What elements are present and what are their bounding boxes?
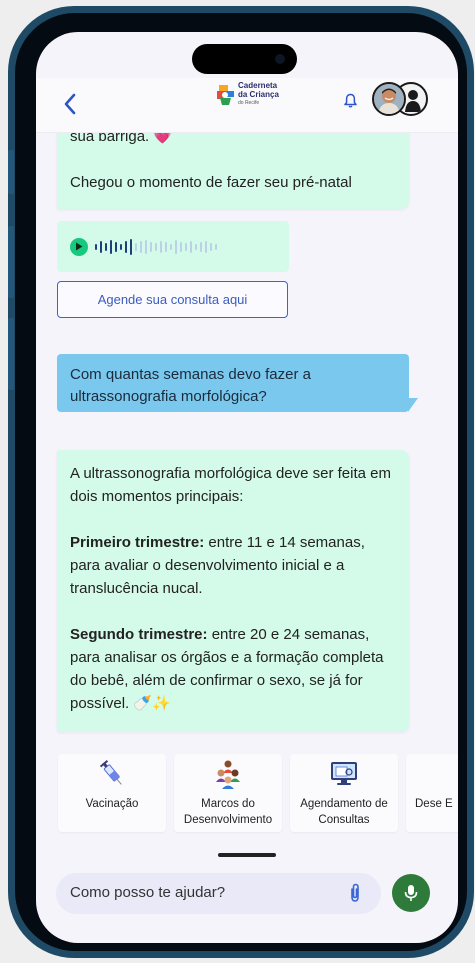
waveform-bar <box>150 241 152 252</box>
shortcut-label: Dese E <box>415 798 453 810</box>
waveform-bar <box>145 239 147 254</box>
microphone-icon <box>404 885 418 901</box>
quick-shortcuts: Vacinação Marcos do Desenvolvimento Agen… <box>36 752 458 834</box>
waveform-bar <box>195 243 197 250</box>
bot-message: sua barriga. 💗 Chegou o momento de fazer… <box>57 133 409 209</box>
bell-icon <box>344 93 357 108</box>
audio-message[interactable] <box>57 221 289 272</box>
phone-side-button-volume-up <box>8 226 14 298</box>
waveform-bar <box>210 242 212 251</box>
bot-message-line: sua barriga. 💗 <box>70 133 173 145</box>
home-indicator <box>218 853 276 857</box>
app-logo: Caderneta da Criança do Recife <box>216 81 279 108</box>
waveform-bar <box>185 242 187 251</box>
waveform-bar <box>140 240 142 253</box>
waveform-bar <box>205 240 207 253</box>
phone-side-button-volume-down <box>8 318 14 390</box>
profile-avatars[interactable] <box>372 82 432 118</box>
logo-subtitle: do Recife <box>238 100 260 106</box>
syringe-icon <box>99 760 122 785</box>
shortcut-label: Vacinação <box>85 798 139 810</box>
front-camera <box>275 54 285 64</box>
waveform-bar <box>100 240 102 253</box>
microphone-button[interactable] <box>392 874 430 912</box>
attach-button[interactable] <box>349 883 361 907</box>
bot-answer-intro: A ultrassonografia morfológica deve ser … <box>70 465 391 505</box>
bot-answer-first-trimester: Primeiro trimestre: entre 11 e 14 semana… <box>70 531 396 600</box>
waveform-bar <box>155 242 157 251</box>
chat-input[interactable]: Como posso te ajudar? <box>56 873 381 914</box>
shortcut-development-milestones[interactable]: Marcos do Desenvolvimento <box>174 754 282 832</box>
waveform-bar <box>175 239 177 254</box>
waveform-bar <box>130 238 132 255</box>
bot-answer-second-trimester: Segundo trimestre: entre 20 e 24 semanas… <box>70 623 396 715</box>
notifications-button[interactable] <box>344 93 357 112</box>
waveform-bar <box>110 239 112 254</box>
chat-input-placeholder: Como posso te ajudar? <box>70 884 226 901</box>
waveform-bar <box>165 241 167 252</box>
shortcut-label: Agendamento de Consultas <box>300 798 388 826</box>
first-trimester-label: Primeiro trimestre: <box>70 534 205 551</box>
waveform-bar <box>170 243 172 250</box>
play-audio-button[interactable] <box>70 237 88 256</box>
waveform-bar <box>105 242 107 251</box>
user-photo-icon <box>374 84 404 114</box>
shortcut-label: Marcos do Desenvolvimento <box>183 798 273 826</box>
shortcut-appointment-scheduling[interactable]: Agendamento de Consultas <box>290 754 398 832</box>
phone-side-button-mute <box>8 150 14 194</box>
waveform-bar <box>180 241 182 252</box>
waveform-bar <box>125 240 127 253</box>
logo-line-1: Caderneta <box>238 81 278 90</box>
app-header: Caderneta da Criança do Recife <box>36 78 458 133</box>
waveform-bar <box>120 243 122 250</box>
user-message: Com quantas semanas devo fazer a ultrass… <box>57 354 409 412</box>
waveform-bar <box>200 241 202 252</box>
calendar-monitor-icon <box>331 762 357 785</box>
app-screen: Caderneta da Criança do Recife sua barri… <box>36 32 458 943</box>
logo-mark-icon <box>217 84 234 105</box>
waveform-bar <box>160 240 162 253</box>
avatar-user[interactable] <box>372 82 406 116</box>
waveform-bar <box>115 241 117 252</box>
play-icon <box>76 242 83 251</box>
second-trimester-label: Segundo trimestre: <box>70 626 208 643</box>
chevron-left-icon <box>64 93 76 115</box>
schedule-appointment-button[interactable]: Agende sua consulta aqui <box>57 281 288 318</box>
logo-line-2: da Criança <box>238 90 279 99</box>
waveform-bar <box>95 243 97 250</box>
paperclip-icon <box>351 883 359 902</box>
back-button[interactable] <box>56 90 84 118</box>
shortcut-vaccination[interactable]: Vacinação <box>58 754 166 832</box>
waveform-bar <box>135 242 137 251</box>
bot-message-line: Chegou o momento de fazer seu pré-natal <box>70 174 352 191</box>
bot-message-blank-line <box>70 148 396 171</box>
waveform-bar <box>215 243 217 250</box>
shortcut-development-partial[interactable]: Dese E <box>406 754 458 832</box>
children-group-icon <box>216 760 240 789</box>
waveform-bar <box>190 240 192 253</box>
bot-answer-message: A ultrassonografia morfológica deve ser … <box>57 450 409 732</box>
chat-area[interactable]: sua barriga. 💗 Chegou o momento de fazer… <box>36 133 458 753</box>
baby-bottle-sparkles-emoji: 🍼✨ <box>133 695 171 712</box>
dynamic-island <box>192 44 297 74</box>
user-message-tail <box>408 398 418 412</box>
audio-waveform <box>95 237 220 257</box>
